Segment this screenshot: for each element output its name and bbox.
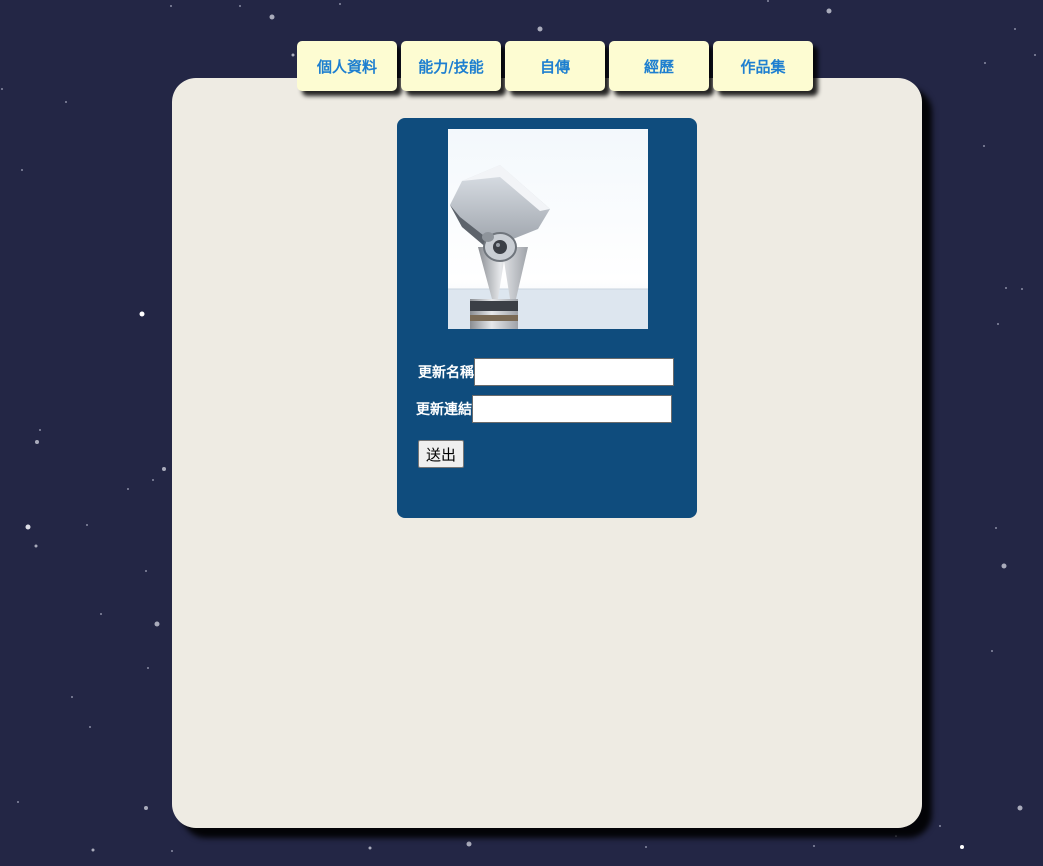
- submit-button[interactable]: 送出: [418, 440, 465, 468]
- tab-label: 個人資料: [316, 57, 377, 76]
- name-label: 更新名稱: [418, 365, 474, 381]
- tab-autobiography[interactable]: 自傳: [505, 41, 605, 91]
- name-row: 更新名稱: [418, 358, 674, 386]
- tab-label: 經歷: [643, 57, 674, 76]
- binoculars-photo: [448, 129, 648, 329]
- link-input[interactable]: [472, 395, 672, 423]
- main-nav-tabs: 個人資料 能力/技能 自傳 經歷 作品集: [297, 41, 813, 91]
- tab-experience[interactable]: 經歷: [609, 41, 709, 91]
- link-label: 更新連結: [416, 402, 472, 418]
- tab-abilities-skills[interactable]: 能力/技能: [401, 41, 501, 91]
- tab-label: 自傳: [539, 57, 570, 76]
- tab-portfolio[interactable]: 作品集: [713, 41, 813, 91]
- profile-card: 更新名稱 更新連結 送出: [397, 118, 697, 518]
- tab-label: 作品集: [740, 57, 786, 76]
- content-panel: 更新名稱 更新連結 送出: [172, 78, 922, 828]
- tab-personal-info[interactable]: 個人資料: [297, 41, 397, 91]
- tab-label: 能力/技能: [418, 57, 484, 76]
- name-input[interactable]: [474, 358, 674, 386]
- link-row: 更新連結: [416, 395, 672, 423]
